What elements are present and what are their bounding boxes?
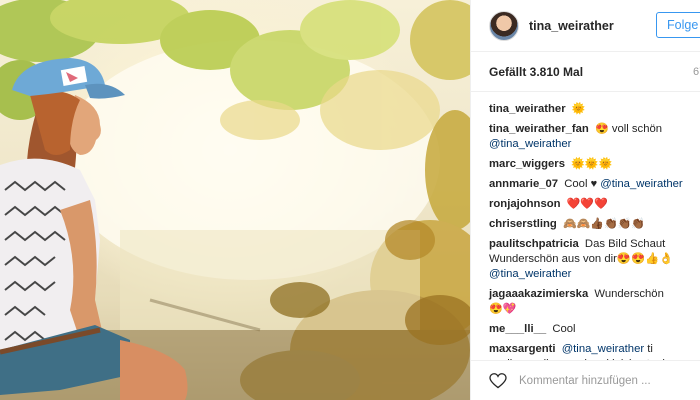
comment-emoji: 🌞🌞🌞 [571,158,613,170]
comment-text: voll schön [611,123,663,135]
comment-emoji: 🌞 [571,103,586,115]
comment-mention[interactable]: @tina_weirather [489,138,571,150]
comment-author[interactable]: paulitschpatricia [489,238,579,250]
comment-item: me___lli__ Cool [489,322,694,337]
comment-author[interactable]: me___lli__ [489,323,546,335]
comment-mention[interactable]: @tina_weirather [489,268,571,280]
comment-author[interactable]: annmarie_07 [489,178,558,190]
comment-author[interactable]: chriserstling [489,218,557,230]
comment-item: annmarie_07 Cool ♥ @tina_weirather [489,177,694,192]
comment-text: Cool [552,323,576,335]
heart-icon[interactable] [489,372,507,389]
comment-author[interactable]: jagaaakazimierska [489,288,588,300]
comment-list: tina_weirather 🌞 tina_weirather_fan 😍 vo… [471,92,700,372]
comment-item: jagaaakazimierska Wunderschön 😍💖 [489,287,694,317]
comment-emoji: 😍 [594,123,609,135]
comment-item: paulitschpatricia Das Bild Schaut Wunder… [489,237,694,282]
avatar[interactable] [489,10,519,41]
comment-item: chriserstling 🙈🙈👍🏾👏🏾👏🏾👏🏾 [489,217,694,232]
comment-text: Cool [564,178,588,190]
comment-author[interactable]: tina_weirather_fan [489,123,589,135]
comment-mention[interactable]: @tina_weirather [562,343,644,355]
post-header: tina_weirather Folge [471,0,700,52]
comment-author[interactable]: maxsargenti [489,343,556,355]
post-time[interactable]: 6W [693,66,700,78]
comment-emoji: 🙈🙈👍🏾👏🏾👏🏾👏🏾 [562,218,646,230]
comment-input[interactable]: Kommentar hinzufügen ... [519,375,651,387]
comment-emoji: 😍💖 [489,303,517,315]
comment-emoji: ♥ [590,178,598,190]
comment-item: ronjajohnson ❤️❤️❤️ [489,197,694,212]
comment-author[interactable]: tina_weirather [489,103,566,115]
likes-count[interactable]: Gefällt 3.810 Mal [489,65,583,79]
post-details-panel: tina_weirather Folge Gefällt 3.810 Mal 6… [470,0,700,400]
comment-item: tina_weirather_fan 😍 voll schön @tina_we… [489,122,694,152]
comment-mention[interactable]: @tina_weirather [600,178,682,190]
username-link[interactable]: tina_weirather [529,19,614,33]
comment-emoji: ❤️❤️❤️ [566,198,608,210]
comment-author[interactable]: ronjajohnson [489,198,561,210]
comment-author[interactable]: marc_wiggers [489,158,565,170]
comment-bar: Kommentar hinzufügen ... [471,360,700,400]
photo-illustration [0,0,470,400]
likes-row: Gefällt 3.810 Mal 6W [471,52,700,92]
comment-item: tina_weirather 🌞 [489,102,694,117]
comment-item: marc_wiggers 🌞🌞🌞 [489,157,694,172]
comment-text: Wunderschön [594,288,664,300]
follow-button[interactable]: Folge [656,12,700,38]
post-photo[interactable] [0,0,470,400]
